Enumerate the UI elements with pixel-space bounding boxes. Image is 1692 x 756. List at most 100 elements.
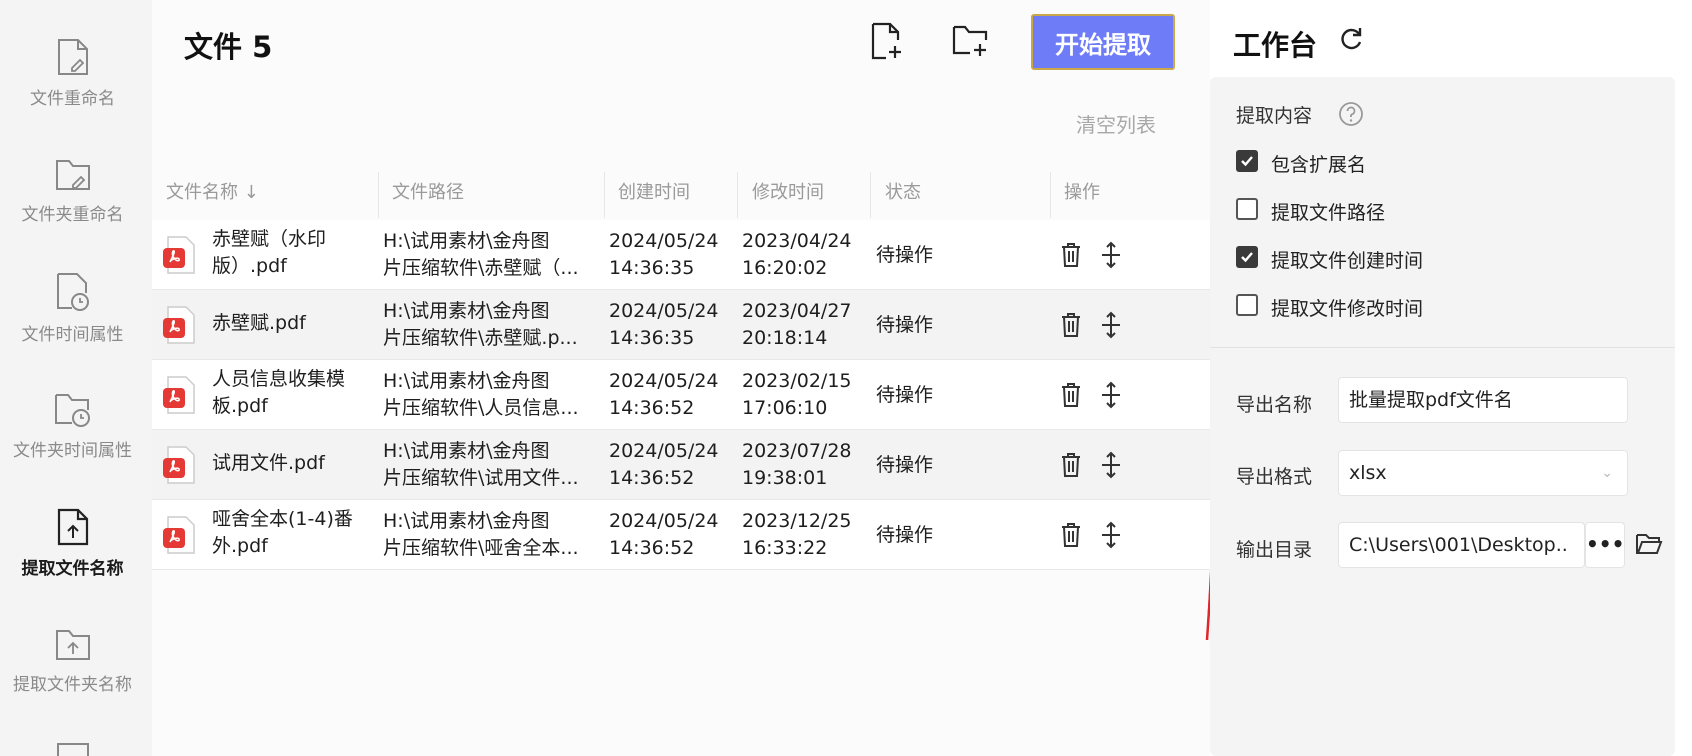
check-icon <box>1241 156 1253 167</box>
sidebar-item-folder-time[interactable]: 文件夹时间属性 <box>0 390 145 461</box>
folder-upload-icon <box>55 630 90 660</box>
table-row[interactable]: 哑舍全本(1-4)番外.pdf H:\试用素材\金舟图片压缩软件\哑舍全本...… <box>152 500 1210 570</box>
add-file-icon[interactable] <box>870 22 904 62</box>
modified-clock: 16:33:22 <box>742 537 828 559</box>
sidebar-item-label: 文件重命名 <box>30 89 115 109</box>
app-window: 文件重命名 文件夹重命名 文件时间属性 文件夹时间属性 提取文件名称 提取文件夹… <box>0 0 1692 756</box>
file-name: 试用文件.pdf <box>212 452 325 474</box>
browse-more-button[interactable]: ••• <box>1585 522 1625 568</box>
checkbox-include-extension[interactable] <box>1236 150 1258 172</box>
created-time: 2024/05/24 14:36:52 <box>609 438 719 492</box>
export-format-select[interactable]: xlsx ⌄ <box>1338 450 1628 496</box>
modified-clock: 17:06:10 <box>742 397 828 419</box>
checkbox-extract-modified-time[interactable] <box>1236 294 1258 316</box>
pdf-file-icon <box>163 376 195 414</box>
modified-clock: 16:20:02 <box>742 257 828 279</box>
checkbox-extract-created-time[interactable] <box>1236 246 1258 268</box>
move-handle-icon[interactable] <box>1100 521 1122 549</box>
pdf-file-icon <box>163 516 195 554</box>
start-extract-button[interactable]: 开始提取 <box>1031 14 1175 70</box>
move-handle-icon[interactable] <box>1100 311 1122 339</box>
sidebar-item-more[interactable] <box>0 742 145 756</box>
column-header-created: 创建时间 <box>618 182 690 203</box>
file-path: H:\试用素材\金舟图片压缩软件\人员信息... <box>383 368 593 422</box>
settings-box: 提取内容 包含扩展名 提取文件路径 提取文件创建时间 提取文件修改时间 导出名称… <box>1210 77 1675 756</box>
sidebar-item-label: 提取文件名称 <box>21 559 124 579</box>
column-divider <box>1050 172 1051 218</box>
file-list-panel: 文件 5 开始提取 清空列表 文件名称 ↓ 文件路径 创建时间 修改时间 状态 … <box>152 0 1252 756</box>
file-name: 哑舍全本(1-4)番外.pdf <box>212 508 353 557</box>
output-dir-input[interactable]: C:\Users\001\Desktop.. <box>1338 522 1585 568</box>
file-path-line: H:\试用素材\金舟图 <box>383 440 550 462</box>
table-row[interactable]: 赤壁赋.pdf H:\试用素材\金舟图 片压缩软件\赤壁赋.p... 2024/0… <box>152 290 1210 360</box>
divider <box>1210 347 1675 348</box>
file-upload-icon <box>57 508 88 546</box>
created-date: 2024/05/24 <box>609 440 719 462</box>
modified-time: 2023/04/27 20:18:14 <box>742 298 852 352</box>
checkbox-label: 提取文件修改时间 <box>1271 298 1424 320</box>
modified-date: 2023/04/24 <box>742 230 852 252</box>
column-divider <box>737 172 738 218</box>
checkbox-extract-path[interactable] <box>1236 198 1258 220</box>
trash-icon[interactable] <box>1060 522 1082 548</box>
created-time: 2024/05/24 14:36:52 <box>609 368 719 422</box>
open-folder-icon[interactable] <box>1635 532 1663 556</box>
move-handle-icon[interactable] <box>1100 451 1122 479</box>
sidebar-item-label: 文件时间属性 <box>21 325 124 345</box>
help-icon[interactable] <box>1338 101 1364 127</box>
created-time: 2024/05/24 14:36:35 <box>609 298 719 352</box>
sidebar-item-extract-file-name[interactable]: 提取文件名称 <box>0 508 145 579</box>
sidebar-item-label: 提取文件夹名称 <box>13 675 132 695</box>
created-time: 2024/05/24 14:36:35 <box>609 228 719 282</box>
table-row[interactable]: 试用文件.pdf H:\试用素材\金舟图片压缩软件\试用文件... 2024/0… <box>152 430 1210 500</box>
move-handle-icon[interactable] <box>1100 241 1122 269</box>
table-row[interactable]: 赤壁赋（水印版）.pdf H:\试用素材\金舟图 片压缩软件\赤壁赋（... 20… <box>152 220 1210 290</box>
export-format-value: xlsx <box>1349 462 1387 484</box>
status-text: 待操作 <box>876 244 934 266</box>
file-path-line: 片压缩软件\人员信息... <box>383 397 579 419</box>
modified-time: 2023/12/25 16:33:22 <box>742 508 852 562</box>
file-path: H:\试用素材\金舟图片压缩软件\哑舍全本... <box>383 508 593 562</box>
column-header-status: 状态 <box>885 182 921 203</box>
column-header-actions: 操作 <box>1064 182 1100 203</box>
created-clock: 14:36:35 <box>609 327 695 349</box>
trash-icon[interactable] <box>1060 242 1082 268</box>
created-date: 2024/05/24 <box>609 510 719 532</box>
move-handle-icon[interactable] <box>1100 381 1122 409</box>
file-path-line: 片压缩软件\赤壁赋（... <box>383 257 579 279</box>
created-clock: 14:36:35 <box>609 257 695 279</box>
column-header-name[interactable]: 文件名称 ↓ <box>166 178 259 204</box>
column-divider <box>378 172 379 218</box>
file-path-line: 片压缩软件\哑舍全本... <box>383 537 579 559</box>
sidebar-item-extract-folder-name[interactable]: 提取文件夹名称 <box>0 626 145 695</box>
export-format-label: 导出格式 <box>1236 466 1313 488</box>
modified-date: 2023/12/25 <box>742 510 852 532</box>
add-folder-icon[interactable] <box>952 22 990 60</box>
file-path-line: 片压缩软件\试用文件... <box>383 467 579 489</box>
trash-icon[interactable] <box>1060 452 1082 478</box>
table-row[interactable]: 人员信息收集模板.pdf H:\试用素材\金舟图 片压缩软件\人员信息... 20… <box>152 360 1210 430</box>
export-name-input[interactable]: 批量提取pdf文件名 <box>1338 377 1628 423</box>
refresh-icon[interactable] <box>1338 26 1364 52</box>
chevron-down-icon: ⌄ <box>1601 465 1613 481</box>
modified-time: 2023/02/15 17:06:10 <box>742 368 852 422</box>
created-clock: 14:36:52 <box>609 467 695 489</box>
status-text: 待操作 <box>876 454 934 476</box>
sidebar-item-file-rename[interactable]: 文件重命名 <box>0 38 145 109</box>
sidebar-item-folder-rename[interactable]: 文件夹重命名 <box>0 156 145 225</box>
sidebar: 文件重命名 文件夹重命名 文件时间属性 文件夹时间属性 提取文件名称 提取文件夹… <box>0 0 152 756</box>
workspace-title: 工作台 <box>1233 29 1318 62</box>
status-text: 待操作 <box>876 524 934 546</box>
clear-list-link[interactable]: 清空列表 <box>1076 109 1156 138</box>
modified-clock: 20:18:14 <box>742 327 828 349</box>
status-text: 待操作 <box>876 384 934 406</box>
pdf-file-icon <box>163 236 195 274</box>
file-icon <box>56 743 89 756</box>
checkbox-label: 包含扩展名 <box>1271 154 1367 176</box>
file-path-line: H:\试用素材\金舟图 <box>383 510 550 532</box>
file-path-line: H:\试用素材\金舟图 <box>383 370 550 392</box>
trash-icon[interactable] <box>1060 382 1082 408</box>
sidebar-item-file-time[interactable]: 文件时间属性 <box>0 272 145 345</box>
trash-icon[interactable] <box>1060 312 1082 338</box>
checkbox-label: 提取文件创建时间 <box>1271 250 1424 272</box>
